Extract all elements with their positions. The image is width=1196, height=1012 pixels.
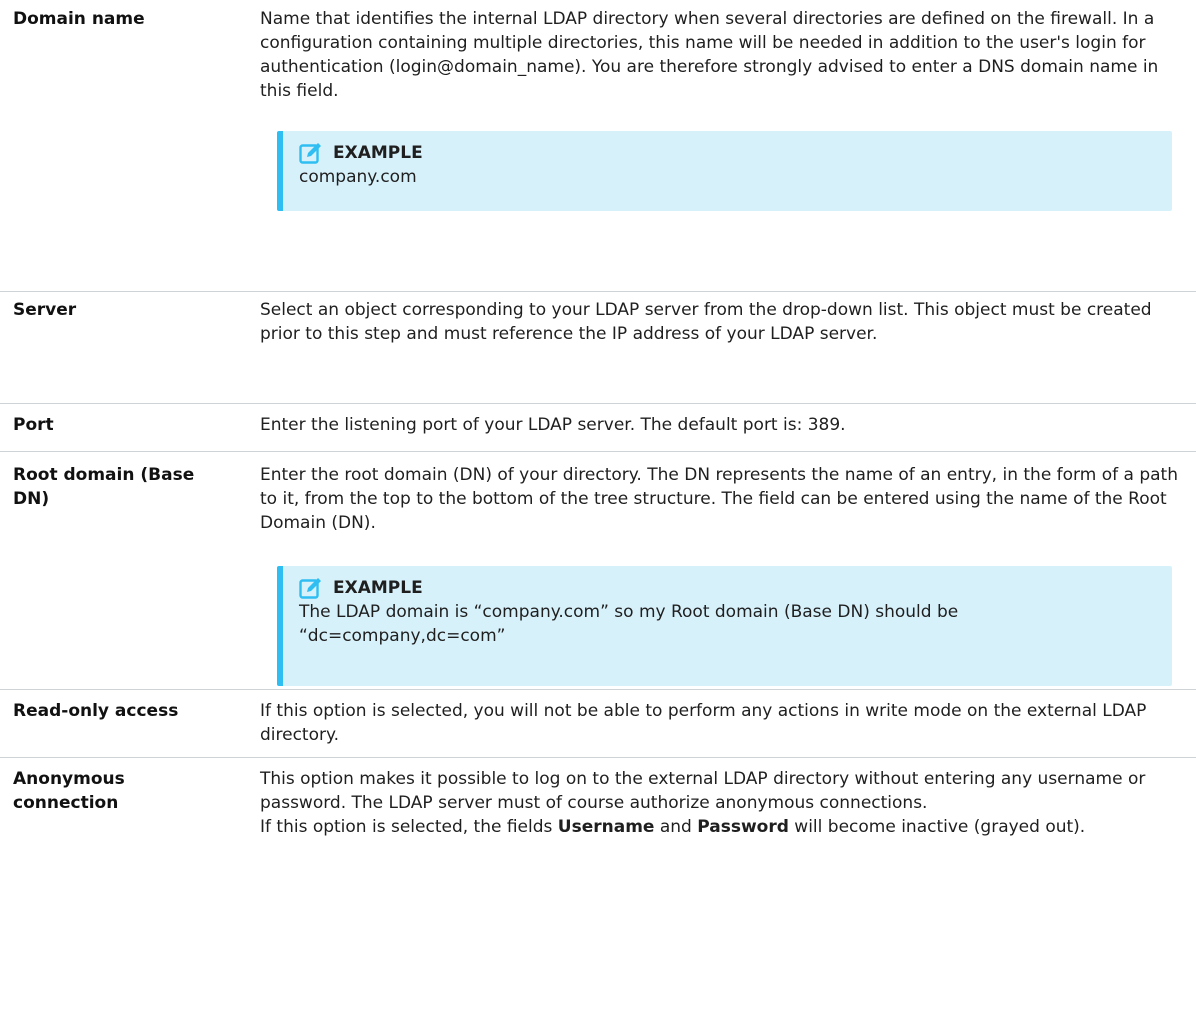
term-server: Server [13,300,77,320]
desc-text-2: If this option is selected, the fields U… [260,815,1182,839]
example-box: EXAMPLE company.com [277,131,1172,211]
term-port: Port [13,415,54,435]
example-header: EXAMPLE [299,576,1158,600]
desc-port: Enter the listening port of your LDAP se… [260,413,1196,451]
table-row-port: Port Enter the listening port of your LD… [0,404,1196,452]
example-header: EXAMPLE [299,141,1158,165]
desc2-mid: and [654,817,698,837]
example-text: The LDAP domain is “company.com” so my R… [299,602,959,646]
edit-note-icon [299,143,321,164]
term-root-domain: Root domain (Base DN) [13,465,195,509]
example-title: EXAMPLE [333,578,423,598]
desc-text: Enter the root domain (DN) of your direc… [260,465,1178,533]
table-row-read-only: Read-only access If this option is selec… [0,690,1196,758]
example-title: EXAMPLE [333,143,423,163]
desc-read-only: If this option is selected, you will not… [260,699,1196,757]
term-anonymous: Anonymous connection [13,769,125,813]
desc-text: Enter the listening port of your LDAP se… [260,415,846,435]
term-read-only: Read-only access [13,701,179,721]
desc2-after: will become inactive (grayed out). [788,817,1086,837]
table-row-anonymous: Anonymous connection This option makes i… [0,758,1196,950]
desc-text: This option makes it possible to log on … [260,769,1146,813]
desc-domain-name: Name that identifies the internal LDAP d… [260,7,1196,291]
term-domain-name: Domain name [13,9,145,29]
desc-text: Select an object corresponding to your L… [260,300,1152,344]
desc-server: Select an object corresponding to your L… [260,298,1196,403]
desc-root-domain: Enter the root domain (DN) of your direc… [260,463,1196,689]
example-box: EXAMPLE The LDAP domain is “company.com”… [277,566,1172,686]
password-label: Password [697,817,789,837]
username-label: Username [557,817,655,837]
table-row-root-domain: Root domain (Base DN) Enter the root dom… [0,452,1196,690]
table-row-domain-name: Domain name Name that identifies the int… [0,0,1196,292]
desc-anonymous: This option makes it possible to log on … [260,767,1196,950]
example-text: company.com [299,167,417,187]
edit-note-icon [299,578,321,599]
parameter-table: Domain name Name that identifies the int… [0,0,1196,950]
desc-text: If this option is selected, you will not… [260,701,1147,745]
desc2-before: If this option is selected, the fields [260,817,558,837]
table-row-server: Server Select an object corresponding to… [0,292,1196,404]
desc-text: Name that identifies the internal LDAP d… [260,9,1159,101]
